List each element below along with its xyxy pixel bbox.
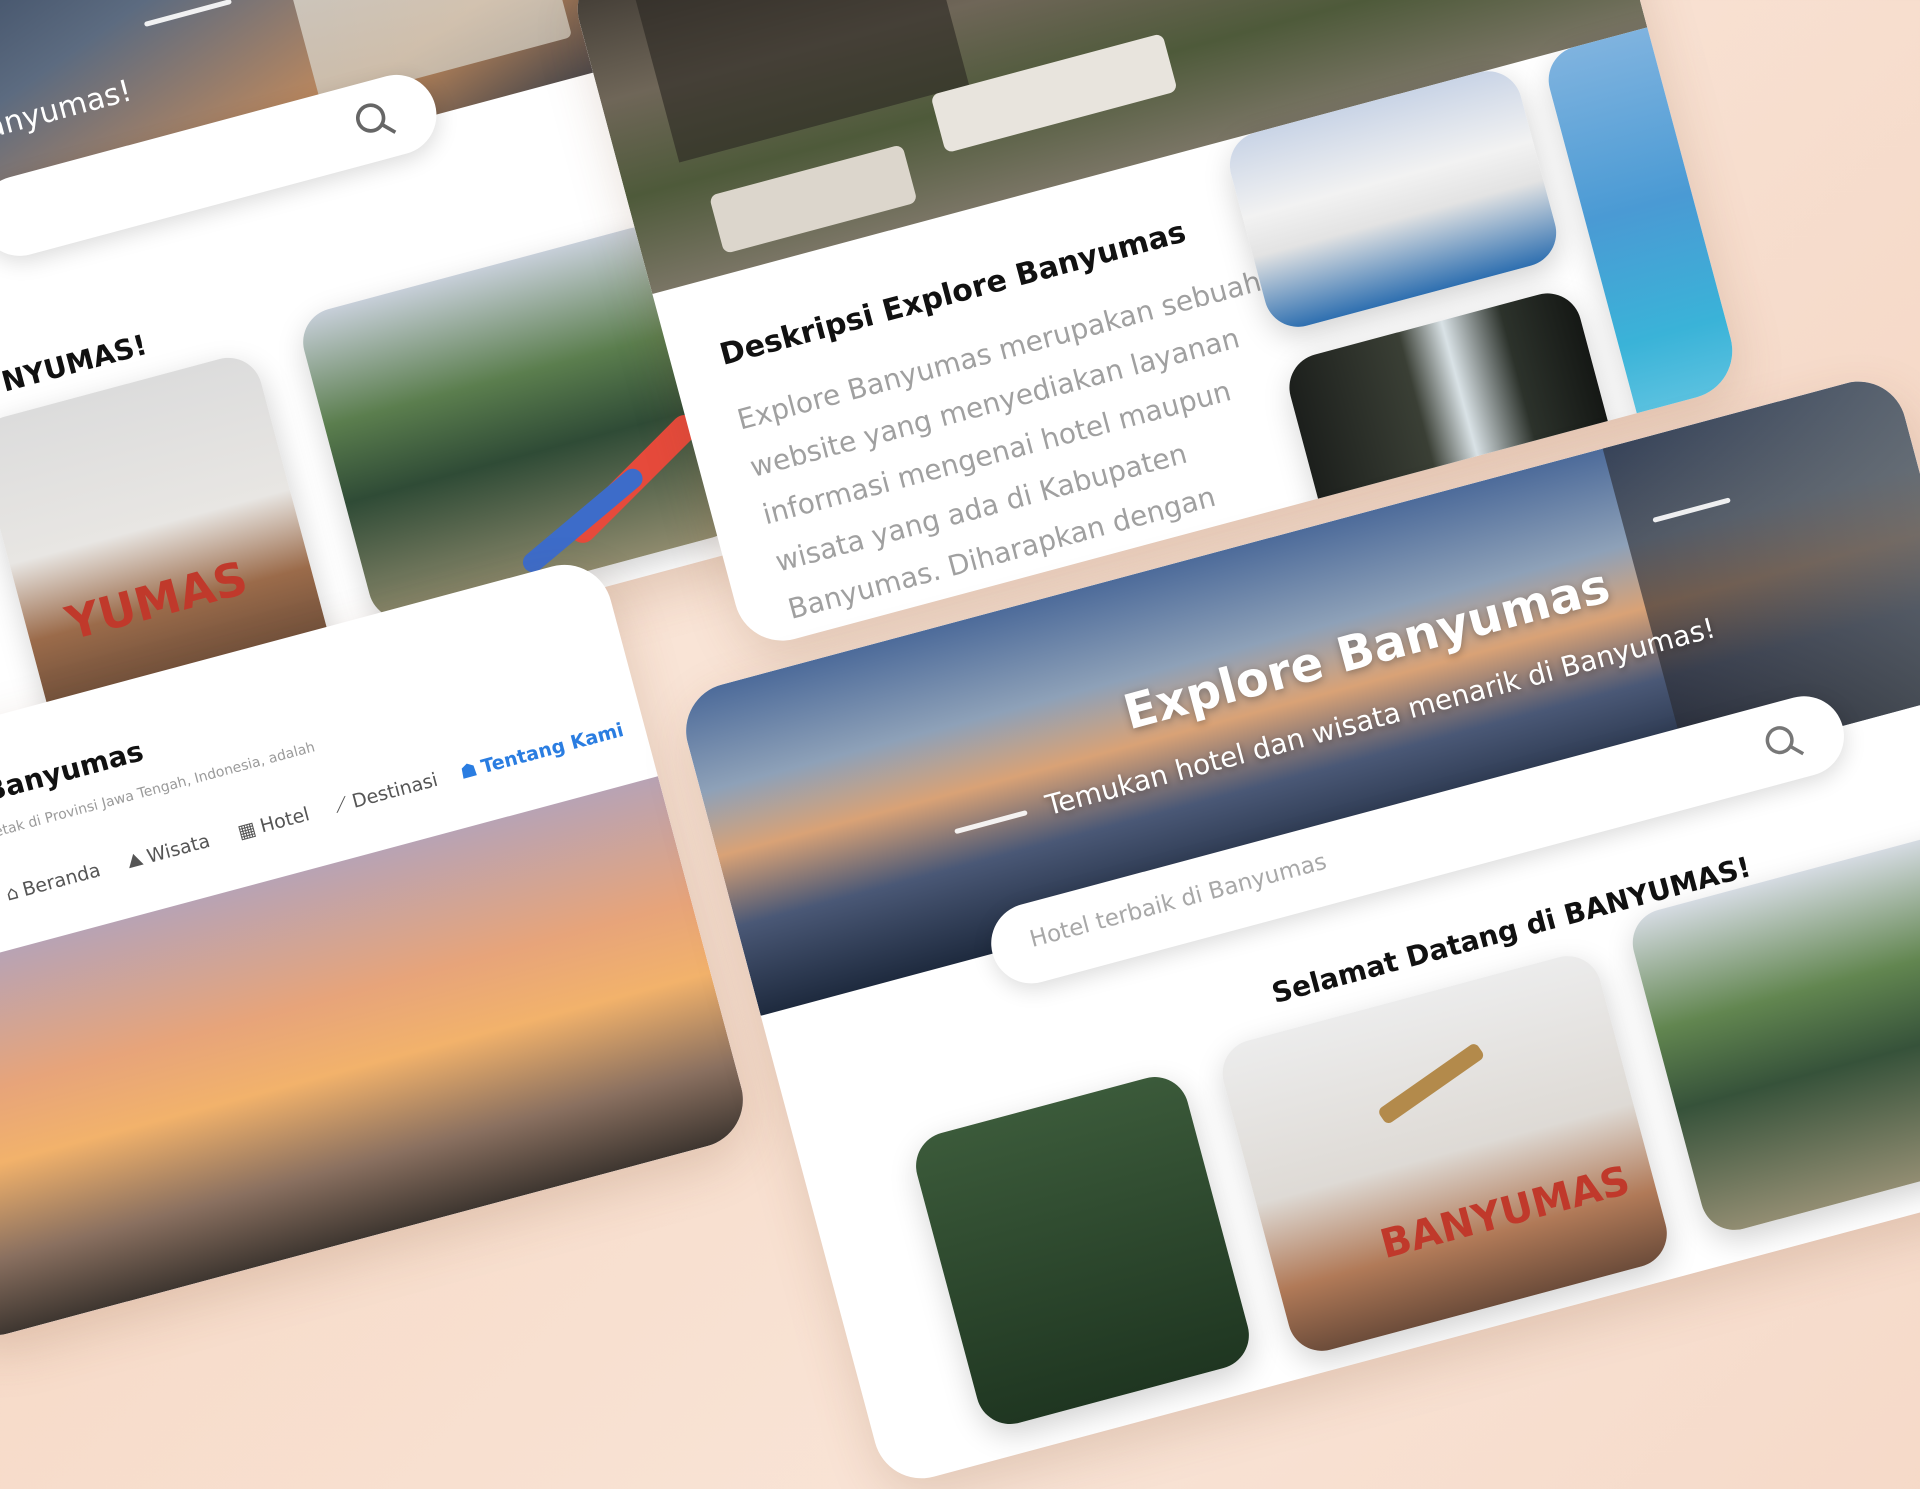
- nav-tentang-kami[interactable]: ☗ Tentang Kami: [458, 719, 626, 784]
- nav-destinasi[interactable]: ⟋ Destinasi: [332, 769, 440, 818]
- nav-hotel[interactable]: ▦ Hotel: [235, 803, 311, 843]
- chart-icon: ⟋: [331, 792, 351, 818]
- landmark-sign-text: BANYUMAS: [1375, 1157, 1635, 1269]
- nav-wisata[interactable]: ⛰ Wisata: [124, 830, 212, 873]
- hero-divider-left: [954, 809, 1028, 835]
- nav-beranda[interactable]: ⌂ Beranda: [4, 859, 103, 905]
- forest-photo: [908, 1069, 1257, 1432]
- hero-subtitle: Banyumas!: [0, 73, 136, 152]
- search-icon[interactable]: [348, 94, 402, 148]
- search-icon[interactable]: [1758, 717, 1809, 768]
- home-icon: ⌂: [3, 881, 21, 906]
- mountain-icon: ⛰: [124, 847, 146, 874]
- landmark-photo: BANYUMAS: [1214, 948, 1675, 1359]
- building-icon: ▦: [235, 817, 259, 844]
- team-icon: ☗: [457, 758, 480, 784]
- landmark-sign-text: YUMAS: [60, 550, 253, 651]
